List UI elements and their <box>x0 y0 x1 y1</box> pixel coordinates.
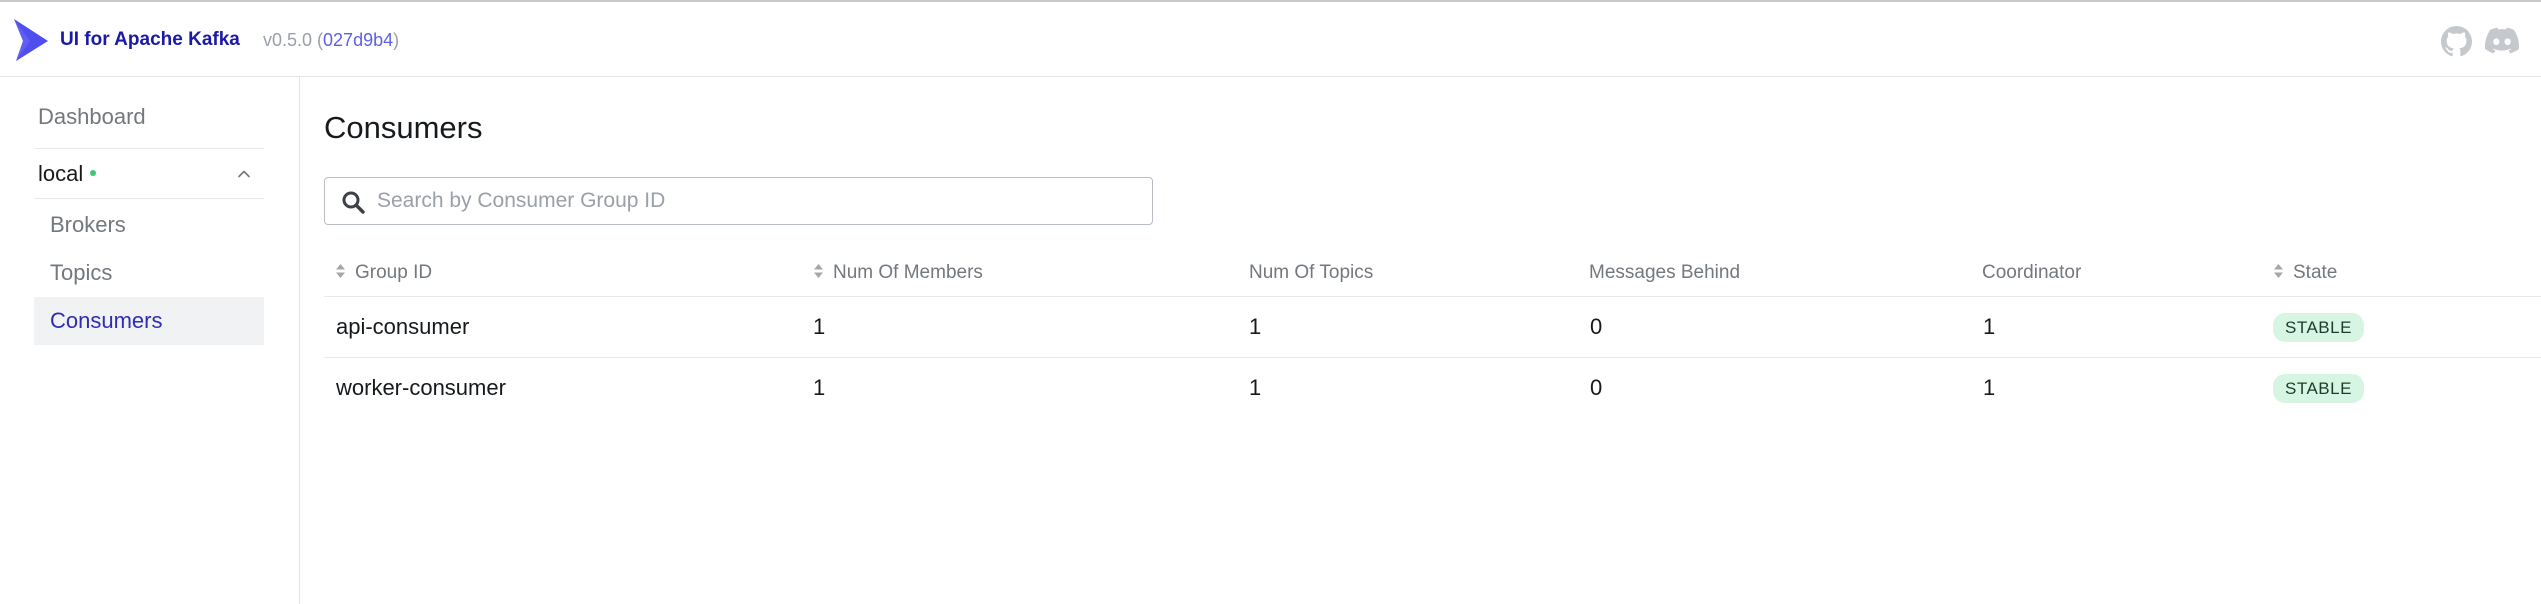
sidebar-divider <box>34 198 264 199</box>
app-title[interactable]: UI for Apache Kafka <box>60 29 240 51</box>
version-label: v0.5.0 ( <box>263 30 324 50</box>
group-id-link[interactable]: api-consumer <box>336 314 469 340</box>
search-box[interactable] <box>324 177 1153 225</box>
nav-icons <box>2441 26 2541 58</box>
table-row[interactable]: api-consumer 1 1 0 1 STABLE <box>324 297 2541 358</box>
column-header-coordinator: Coordinator <box>1982 262 2082 283</box>
column-header-state[interactable]: State <box>2273 262 2337 284</box>
discord-icon[interactable] <box>2485 27 2519 56</box>
sort-icon[interactable] <box>813 263 824 279</box>
coordinator-cell: 1 <box>1983 375 1996 400</box>
sidebar-item-brokers[interactable]: Brokers <box>34 201 264 249</box>
search-input[interactable] <box>377 178 1137 224</box>
sidebar-divider <box>34 148 264 149</box>
version-suffix: ) <box>393 30 400 50</box>
sidebar-item-consumers[interactable]: Consumers <box>34 297 264 345</box>
table-row[interactable]: worker-consumer 1 1 0 1 STABLE <box>324 358 2541 419</box>
sidebar: Dashboard local Brokers Topics Consumers <box>0 77 300 604</box>
column-label: Num Of Members <box>833 262 983 283</box>
sort-icon[interactable] <box>2273 263 2284 279</box>
messages-behind-cell: 0 <box>1590 314 1603 339</box>
version-info: v0.5.0 (027d9b4) <box>263 30 399 51</box>
num-members-cell: 1 <box>813 375 826 400</box>
sidebar-cluster-local[interactable]: local <box>34 151 264 197</box>
commit-link[interactable]: 027d9b4 <box>323 30 393 50</box>
column-header-messages-behind: Messages Behind <box>1589 262 1741 283</box>
sidebar-item-topics[interactable]: Topics <box>34 249 264 297</box>
column-header-num-topics: Num Of Topics <box>1249 262 1374 283</box>
status-badge: STABLE <box>2273 374 2364 403</box>
group-id-link[interactable]: worker-consumer <box>336 375 506 401</box>
logo-icon[interactable] <box>12 17 50 63</box>
cluster-name: local <box>38 161 84 186</box>
search-icon <box>342 191 365 214</box>
num-members-cell: 1 <box>813 314 826 339</box>
sidebar-item-dashboard[interactable]: Dashboard <box>34 94 264 140</box>
cluster-status-dot <box>90 170 97 177</box>
num-topics-cell: 1 <box>1249 375 1262 400</box>
sort-icon[interactable] <box>335 263 346 279</box>
column-label: State <box>2293 262 2338 283</box>
messages-behind-cell: 0 <box>1590 375 1603 400</box>
status-badge: STABLE <box>2273 313 2364 342</box>
top-navbar: UI for Apache Kafka v0.5.0 (027d9b4) <box>0 0 2541 77</box>
chevron-up-icon[interactable] <box>236 166 252 182</box>
table-header: Group ID Num Of Members Num Of Topics Me… <box>324 250 2541 297</box>
column-header-num-members[interactable]: Num Of Members <box>813 262 983 284</box>
page-title: Consumers <box>324 110 483 145</box>
github-icon[interactable] <box>2441 26 2472 57</box>
column-header-group-id[interactable]: Group ID <box>335 262 432 284</box>
num-topics-cell: 1 <box>1249 314 1262 339</box>
coordinator-cell: 1 <box>1983 314 1996 339</box>
column-label: Group ID <box>355 262 433 283</box>
